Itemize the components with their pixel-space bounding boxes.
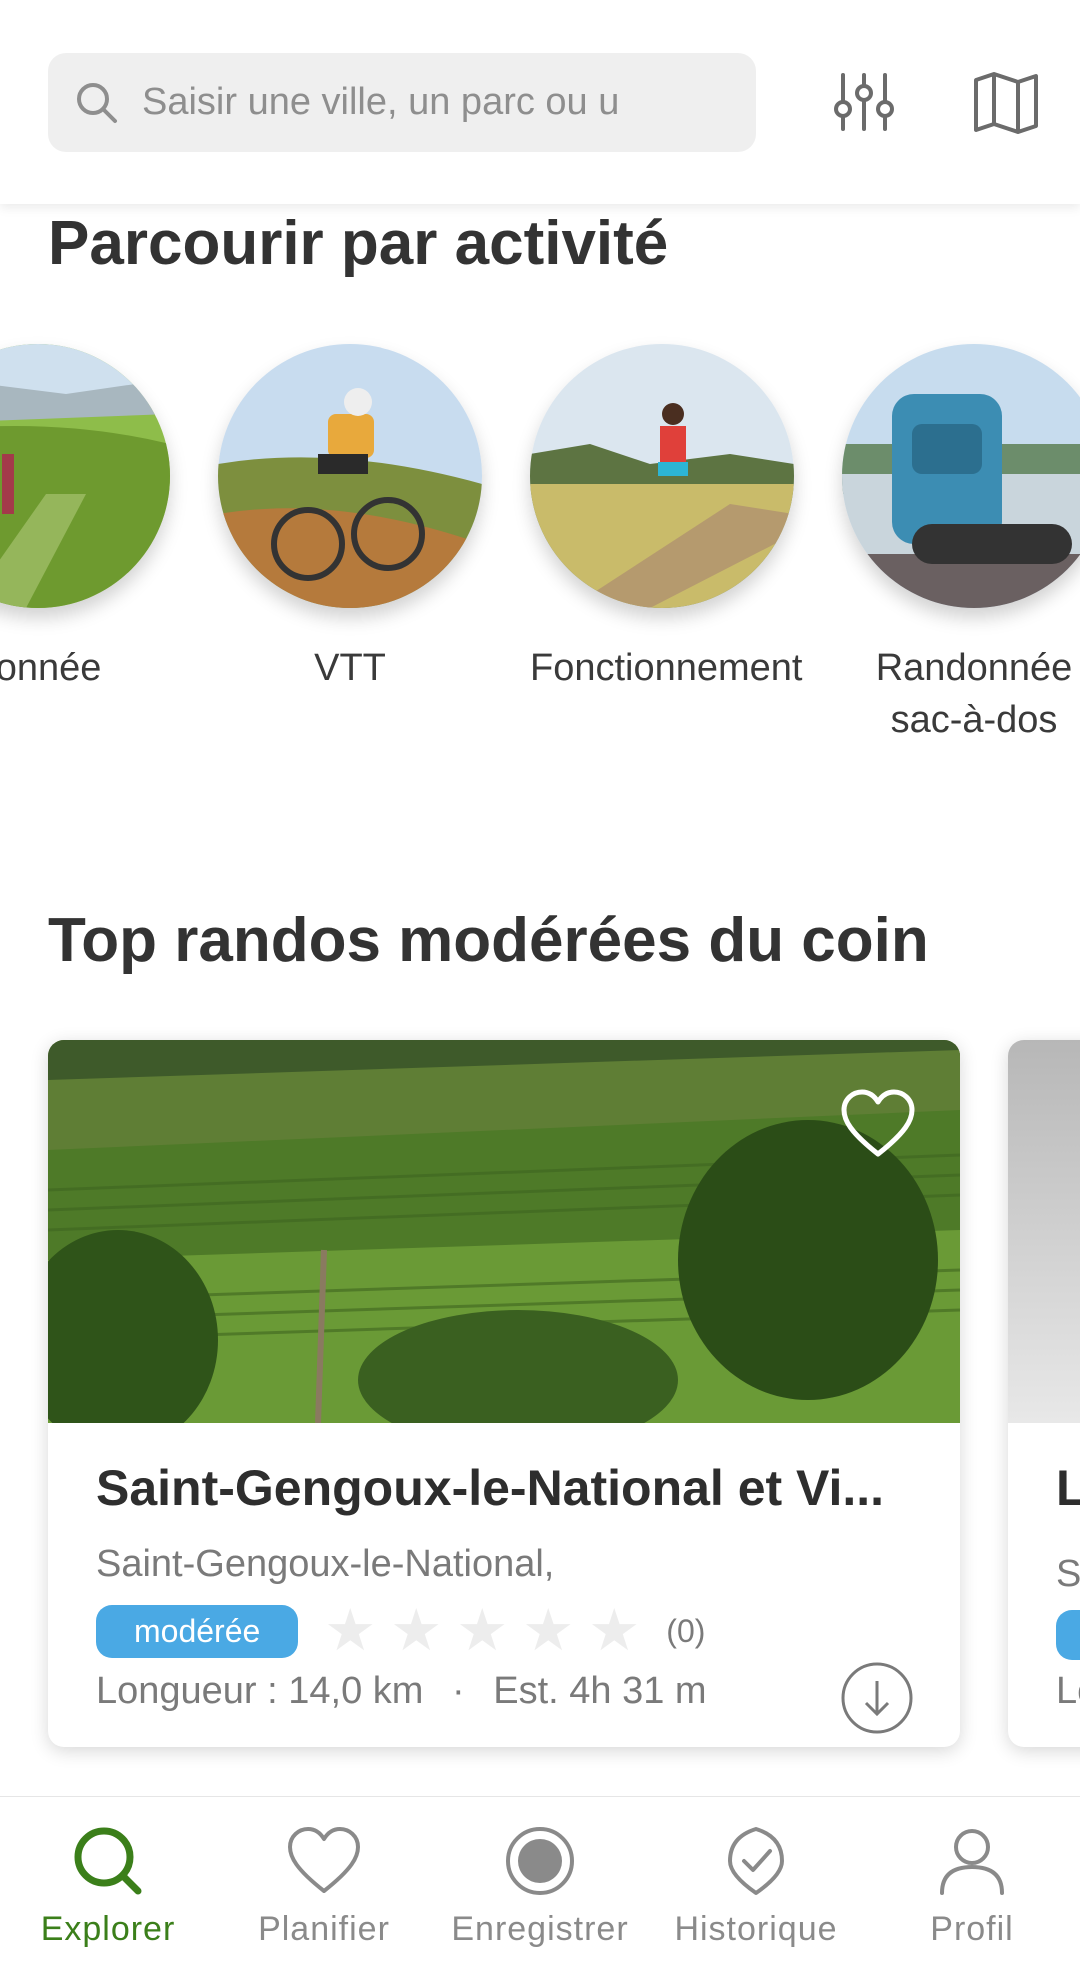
nav-profile[interactable]: Profil: [864, 1797, 1080, 1963]
nav-label: Profil: [930, 1910, 1014, 1948]
map-button[interactable]: [966, 62, 1046, 142]
trail-meta: Lo: [1056, 1670, 1080, 1712]
activity-mtb[interactable]: VTT: [218, 344, 482, 694]
nav-explore[interactable]: Explorer: [0, 1797, 216, 1963]
trail-duration: Est. 4h 31 m: [493, 1670, 707, 1712]
heart-icon[interactable]: [840, 1088, 916, 1160]
activity-image: [218, 344, 482, 608]
star-icon: ★: [522, 1598, 575, 1663]
sliders-icon: [834, 73, 894, 131]
activity-label: Randonnée sac-à-dos: [875, 647, 1073, 741]
search-icon: [74, 1827, 142, 1895]
rating-count: (0): [666, 1612, 706, 1649]
rating-row: modérée ★ ★ ★ ★ ★ (0): [96, 1598, 912, 1663]
activity-label: VTT: [314, 647, 386, 689]
trail-photo: [48, 1040, 960, 1423]
trail-location: Saint-Gengoux-le-National,: [96, 1543, 555, 1585]
trail-length: Longueur : 14,0 km: [96, 1670, 424, 1712]
activity-section-title: Parcourir par activité: [48, 209, 669, 278]
nav-label: Planifier: [258, 1910, 390, 1948]
trail-title: Saint-Gengoux-le-National et Vi...: [96, 1460, 885, 1516]
activity-label: donnée: [0, 647, 102, 689]
nav-label: Historique: [674, 1910, 838, 1948]
meta-separator: ·: [452, 1670, 465, 1712]
map-icon: [974, 72, 1038, 134]
heart-icon: [288, 1827, 360, 1893]
nav-label: Enregistrer: [451, 1910, 629, 1948]
activity-image: [842, 344, 1080, 608]
activity-image: [530, 344, 794, 608]
top-bar: [0, 0, 1080, 204]
check-badge-icon: [728, 1827, 784, 1895]
nav-label: Explorer: [40, 1910, 176, 1948]
activity-hiking[interactable]: donnée: [0, 344, 170, 694]
activity-label: Fonctionnement: [530, 647, 803, 689]
star-icon: ★: [456, 1598, 509, 1663]
nav-record[interactable]: Enregistrer: [432, 1797, 648, 1963]
star-icon: ★: [324, 1598, 377, 1663]
trail-photo: [1008, 1040, 1080, 1423]
difficulty-badge: modérée: [96, 1604, 299, 1658]
nav-plan[interactable]: Planifier: [216, 1797, 432, 1963]
activity-running[interactable]: Fonctionnement: [530, 344, 803, 694]
bottom-navigation: Explorer Planifier Enregistrer Historiqu…: [0, 1796, 1080, 1963]
trail-location: S: [1056, 1553, 1080, 1595]
nav-history[interactable]: Historique: [648, 1797, 864, 1963]
activity-image: [0, 344, 170, 608]
search-bar[interactable]: [48, 53, 756, 152]
explore-screen: Parcourir par activité donnée: [0, 0, 1080, 1963]
user-icon: [940, 1829, 1004, 1895]
search-input[interactable]: [142, 81, 742, 124]
star-icon: ★: [588, 1598, 641, 1663]
filters-button[interactable]: [824, 62, 904, 142]
star-icon: ★: [390, 1598, 443, 1663]
star-rating: ★ ★ ★ ★ ★: [324, 1598, 654, 1663]
trail-card-next[interactable]: L S Lo: [1008, 1040, 1080, 1747]
search-icon: [77, 82, 117, 123]
download-icon[interactable]: [840, 1661, 914, 1735]
activity-backpacking[interactable]: Randonnée sac-à-dos: [842, 344, 1080, 746]
trail-info: Saint-Gengoux-le-National et Vi... Saint…: [48, 1423, 960, 1747]
difficulty-badge: [1056, 1610, 1080, 1660]
trail-meta: Longueur : 14,0 km · Est. 4h 31 m: [96, 1670, 912, 1713]
top-trails-section-title: Top randos modérées du coin: [48, 906, 929, 975]
record-icon: [506, 1827, 574, 1895]
trail-title: L: [1056, 1460, 1080, 1516]
trail-card[interactable]: Saint-Gengoux-le-National et Vi... Saint…: [48, 1040, 960, 1747]
